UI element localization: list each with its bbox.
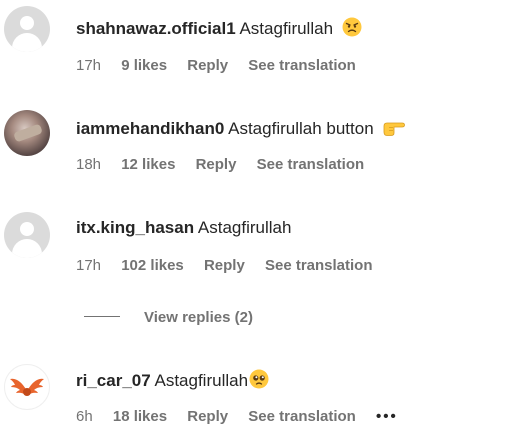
comment-time: 17h <box>76 257 102 274</box>
comment-text: Astagfirullah <box>239 19 334 38</box>
view-replies-label: View replies (2) <box>144 309 253 326</box>
user-avatar[interactable] <box>4 6 50 52</box>
comment-body: itx.king_hasan Astagfirullah <box>76 217 291 239</box>
comment-username[interactable]: shahnawaz.official1 <box>76 19 236 38</box>
user-avatar[interactable] <box>4 212 50 258</box>
comment-meta: 18h 12 likes Reply See translation <box>76 155 380 175</box>
comment-username[interactable]: iammehandikhan0 <box>76 119 224 138</box>
avatar-shoulders-shape <box>12 239 42 258</box>
user-avatar[interactable] <box>4 364 50 410</box>
see-translation-button[interactable]: See translation <box>257 156 365 173</box>
comment-item: iammehandikhan0 Astagfirullah button 18h… <box>0 102 532 192</box>
comment-likes[interactable]: 18 likes <box>113 408 167 425</box>
angry-face-icon <box>342 17 362 43</box>
see-translation-button[interactable]: See translation <box>248 408 356 425</box>
winged-logo-icon <box>10 378 44 396</box>
reply-button[interactable]: Reply <box>187 408 228 425</box>
more-options-icon[interactable]: ••• <box>376 407 398 427</box>
comment-text: Astagfirullah <box>197 218 292 237</box>
comment-meta: 6h 18 likes Reply See translation ••• <box>76 407 414 427</box>
comment-meta: 17h 9 likes Reply See translation <box>76 56 372 76</box>
comment-text: Astagfirullah <box>154 371 249 390</box>
reply-button[interactable]: Reply <box>196 156 237 173</box>
user-avatar[interactable] <box>4 110 50 156</box>
comment-meta: 17h 102 likes Reply See translation <box>76 256 389 276</box>
comment-time: 17h <box>76 57 102 74</box>
comment-time: 6h <box>76 408 93 425</box>
comment-body: shahnawaz.official1 Astagfirullah <box>76 17 362 43</box>
comment-item: shahnawaz.official1 Astagfirullah 17h 9 … <box>0 0 532 90</box>
comment-body: iammehandikhan0 Astagfirullah button <box>76 117 406 143</box>
comment-body: ri_car_07 Astagfirullah <box>76 369 269 395</box>
avatar-head-shape <box>20 222 34 236</box>
view-replies-button[interactable]: View replies (2) <box>84 308 253 328</box>
avatar-head-shape <box>20 16 34 30</box>
avatar-shoulders-shape <box>12 33 42 52</box>
comment-likes[interactable]: 9 likes <box>121 57 167 74</box>
see-translation-button[interactable]: See translation <box>248 57 356 74</box>
comment-likes[interactable]: 102 likes <box>121 257 184 274</box>
comment-text: Astagfirullah button <box>228 119 374 138</box>
comment-time: 18h <box>76 156 102 173</box>
comment-username[interactable]: itx.king_hasan <box>76 218 194 237</box>
comment-item: itx.king_hasan Astagfirullah 17h 102 lik… <box>0 200 532 330</box>
reply-button[interactable]: Reply <box>187 57 228 74</box>
see-translation-button[interactable]: See translation <box>265 257 373 274</box>
view-replies-divider <box>84 316 120 317</box>
comment-item: ri_car_07 Astagfirullah 6h 18 likes Repl… <box>0 352 532 446</box>
comment-username[interactable]: ri_car_07 <box>76 371 151 390</box>
pleading-face-icon <box>249 369 269 395</box>
comment-likes[interactable]: 12 likes <box>121 156 175 173</box>
pointing-right-hand-icon <box>382 117 406 143</box>
avatar-photo-detail <box>13 123 43 143</box>
reply-button[interactable]: Reply <box>204 257 245 274</box>
